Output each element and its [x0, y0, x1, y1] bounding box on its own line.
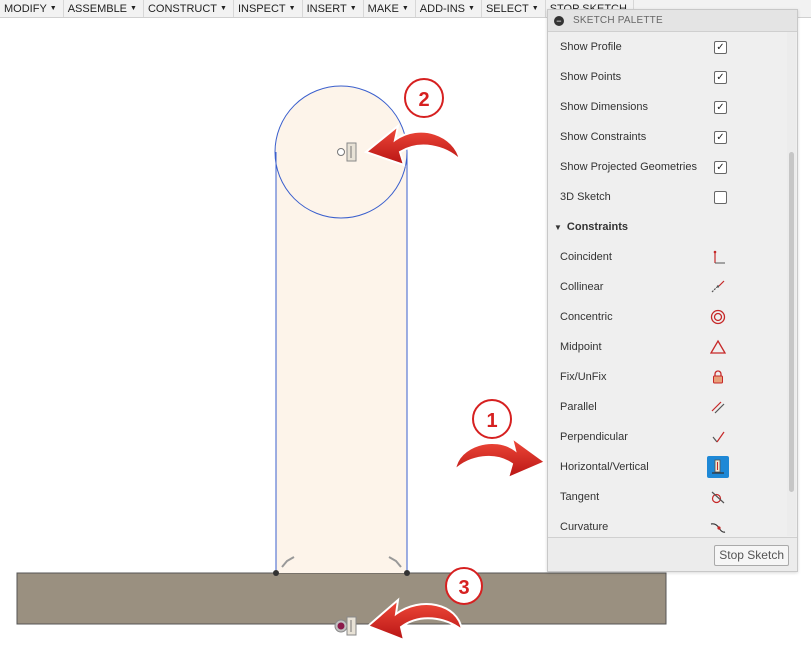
constraint-label: Concentric	[560, 311, 613, 323]
3d-sketch-checkbox[interactable]	[714, 190, 727, 204]
callout-number-1: 1	[486, 410, 497, 432]
constraint-collinear[interactable]: Collinear	[548, 272, 788, 302]
callout-arrow-1	[453, 435, 548, 480]
base-body[interactable]	[16, 572, 667, 625]
horizontal-vertical-icon[interactable]	[707, 456, 729, 478]
option-show-projected-geometries[interactable]: Show Projected Geometries ✓	[548, 152, 788, 182]
constraint-label: Midpoint	[560, 341, 602, 353]
constraint-curvature[interactable]: Curvature	[548, 512, 788, 536]
sketch-point[interactable]	[404, 570, 410, 576]
callout-number-2: 2	[418, 89, 429, 111]
constraint-parallel[interactable]: Parallel	[548, 392, 788, 422]
constraint-label: Curvature	[560, 521, 609, 533]
constraint-horizontal-vertical[interactable]: Horizontal/Vertical	[548, 452, 788, 482]
midpoint-icon[interactable]	[707, 336, 729, 358]
circle-center-point[interactable]	[337, 148, 345, 156]
option-show-dimensions[interactable]: Show Dimensions ✓	[548, 92, 788, 122]
coincident-icon[interactable]	[707, 246, 729, 268]
menu-modify[interactable]: MODIFY ▼	[0, 0, 64, 17]
menu-select[interactable]: SELECT ▼	[482, 0, 546, 17]
bottom-point-inner	[337, 622, 345, 630]
vertical-constraint-glyph[interactable]	[346, 142, 357, 162]
constraint-label: Fix/UnFix	[560, 371, 607, 383]
constraint-label: Tangent	[560, 491, 600, 503]
menu-inspect-label: INSPECT	[237, 2, 286, 15]
palette-header[interactable]: − SKETCH PALETTE	[548, 10, 797, 32]
menu-make[interactable]: MAKE ▼	[364, 0, 416, 17]
constraint-label: Collinear	[560, 281, 604, 293]
palette-body: Show Profile ✓ Show Points ✓ Show Dimens…	[548, 32, 788, 536]
constraints-heading: Constraints	[566, 221, 629, 233]
menu-insert[interactable]: INSERT ▼	[303, 0, 364, 17]
lock-icon[interactable]	[707, 366, 729, 388]
menu-insert-label: INSERT	[306, 2, 347, 15]
dropdown-arrow-icon: ▼	[531, 5, 539, 12]
menu-assemble-label: ASSEMBLE	[67, 2, 128, 15]
option-label: Show Constraints	[560, 131, 647, 143]
expand-triangle-icon[interactable]: ▼	[554, 223, 562, 232]
constraint-concentric[interactable]: Concentric	[548, 302, 788, 332]
collinear-icon[interactable]	[707, 276, 729, 298]
option-show-constraints[interactable]: Show Constraints ✓	[548, 122, 788, 152]
dropdown-arrow-icon: ▼	[49, 5, 57, 12]
menu-add-ins[interactable]: ADD-INS ▼	[416, 0, 482, 17]
constraint-label: Horizontal/Vertical	[560, 461, 649, 473]
dropdown-arrow-icon: ▼	[220, 5, 227, 12]
curvature-icon[interactable]	[707, 516, 729, 536]
option-label: Show Profile	[560, 41, 622, 53]
vertical-constraint-glyph-bottom[interactable]	[346, 616, 357, 636]
constraint-perpendicular[interactable]: Perpendicular	[548, 422, 788, 452]
show-points-checkbox[interactable]: ✓	[714, 70, 727, 84]
sketch-point[interactable]	[273, 570, 279, 576]
collapse-icon[interactable]: −	[554, 15, 564, 26]
option-label: Show Points	[560, 71, 622, 83]
option-3d-sketch[interactable]: 3D Sketch	[548, 182, 788, 212]
show-projected-geometries-checkbox[interactable]: ✓	[714, 160, 727, 174]
dropdown-arrow-icon: ▼	[401, 5, 409, 12]
parallel-icon[interactable]	[707, 396, 729, 418]
dropdown-arrow-icon: ▼	[468, 5, 475, 12]
option-label: 3D Sketch	[560, 191, 611, 203]
palette-scrollbar[interactable]	[787, 32, 796, 536]
palette-footer: Stop Sketch	[548, 537, 797, 571]
constraint-midpoint[interactable]: Midpoint	[548, 332, 788, 362]
constraint-label: Coincident	[560, 251, 612, 263]
perpendicular-icon[interactable]	[707, 426, 729, 448]
tangent-icon[interactable]	[707, 486, 729, 508]
constraint-coincident[interactable]: Coincident	[548, 242, 788, 272]
show-constraints-checkbox[interactable]: ✓	[714, 130, 727, 144]
menu-select-label: SELECT	[485, 2, 529, 15]
constraint-label: Parallel	[560, 401, 597, 413]
option-show-profile[interactable]: Show Profile ✓	[548, 32, 788, 62]
option-label: Show Projected Geometries	[560, 161, 697, 173]
sketch-palette: − SKETCH PALETTE Show Profile ✓ Show Poi…	[547, 9, 798, 572]
menu-assemble[interactable]: ASSEMBLE ▼	[64, 0, 144, 17]
dropdown-arrow-icon: ▼	[130, 5, 137, 12]
constraints-section-header[interactable]: ▼ Constraints	[548, 212, 788, 242]
dropdown-arrow-icon: ▼	[288, 5, 296, 12]
dropdown-arrow-icon: ▼	[349, 5, 357, 12]
scrollbar-thumb[interactable]	[789, 152, 794, 492]
menu-make-label: MAKE	[367, 2, 399, 15]
callout-number-3: 3	[458, 577, 469, 599]
menu-modify-label: MODIFY	[4, 2, 47, 15]
constraint-fix-unfix[interactable]: Fix/UnFix	[548, 362, 788, 392]
menu-add-ins-label: ADD-INS	[419, 2, 466, 15]
show-profile-checkbox[interactable]: ✓	[714, 40, 727, 54]
concentric-icon[interactable]	[707, 306, 729, 328]
menu-inspect[interactable]: INSPECT ▼	[234, 0, 303, 17]
constraint-tangent[interactable]: Tangent	[548, 482, 788, 512]
constraint-label: Perpendicular	[560, 431, 628, 443]
stop-sketch-button[interactable]: Stop Sketch	[714, 545, 789, 566]
show-dimensions-checkbox[interactable]: ✓	[714, 100, 727, 114]
option-label: Show Dimensions	[560, 101, 649, 113]
menu-construct-label: CONSTRUCT	[147, 2, 218, 15]
menu-construct[interactable]: CONSTRUCT ▼	[144, 0, 234, 17]
palette-title: SKETCH PALETTE	[573, 15, 663, 26]
option-show-points[interactable]: Show Points ✓	[548, 62, 788, 92]
